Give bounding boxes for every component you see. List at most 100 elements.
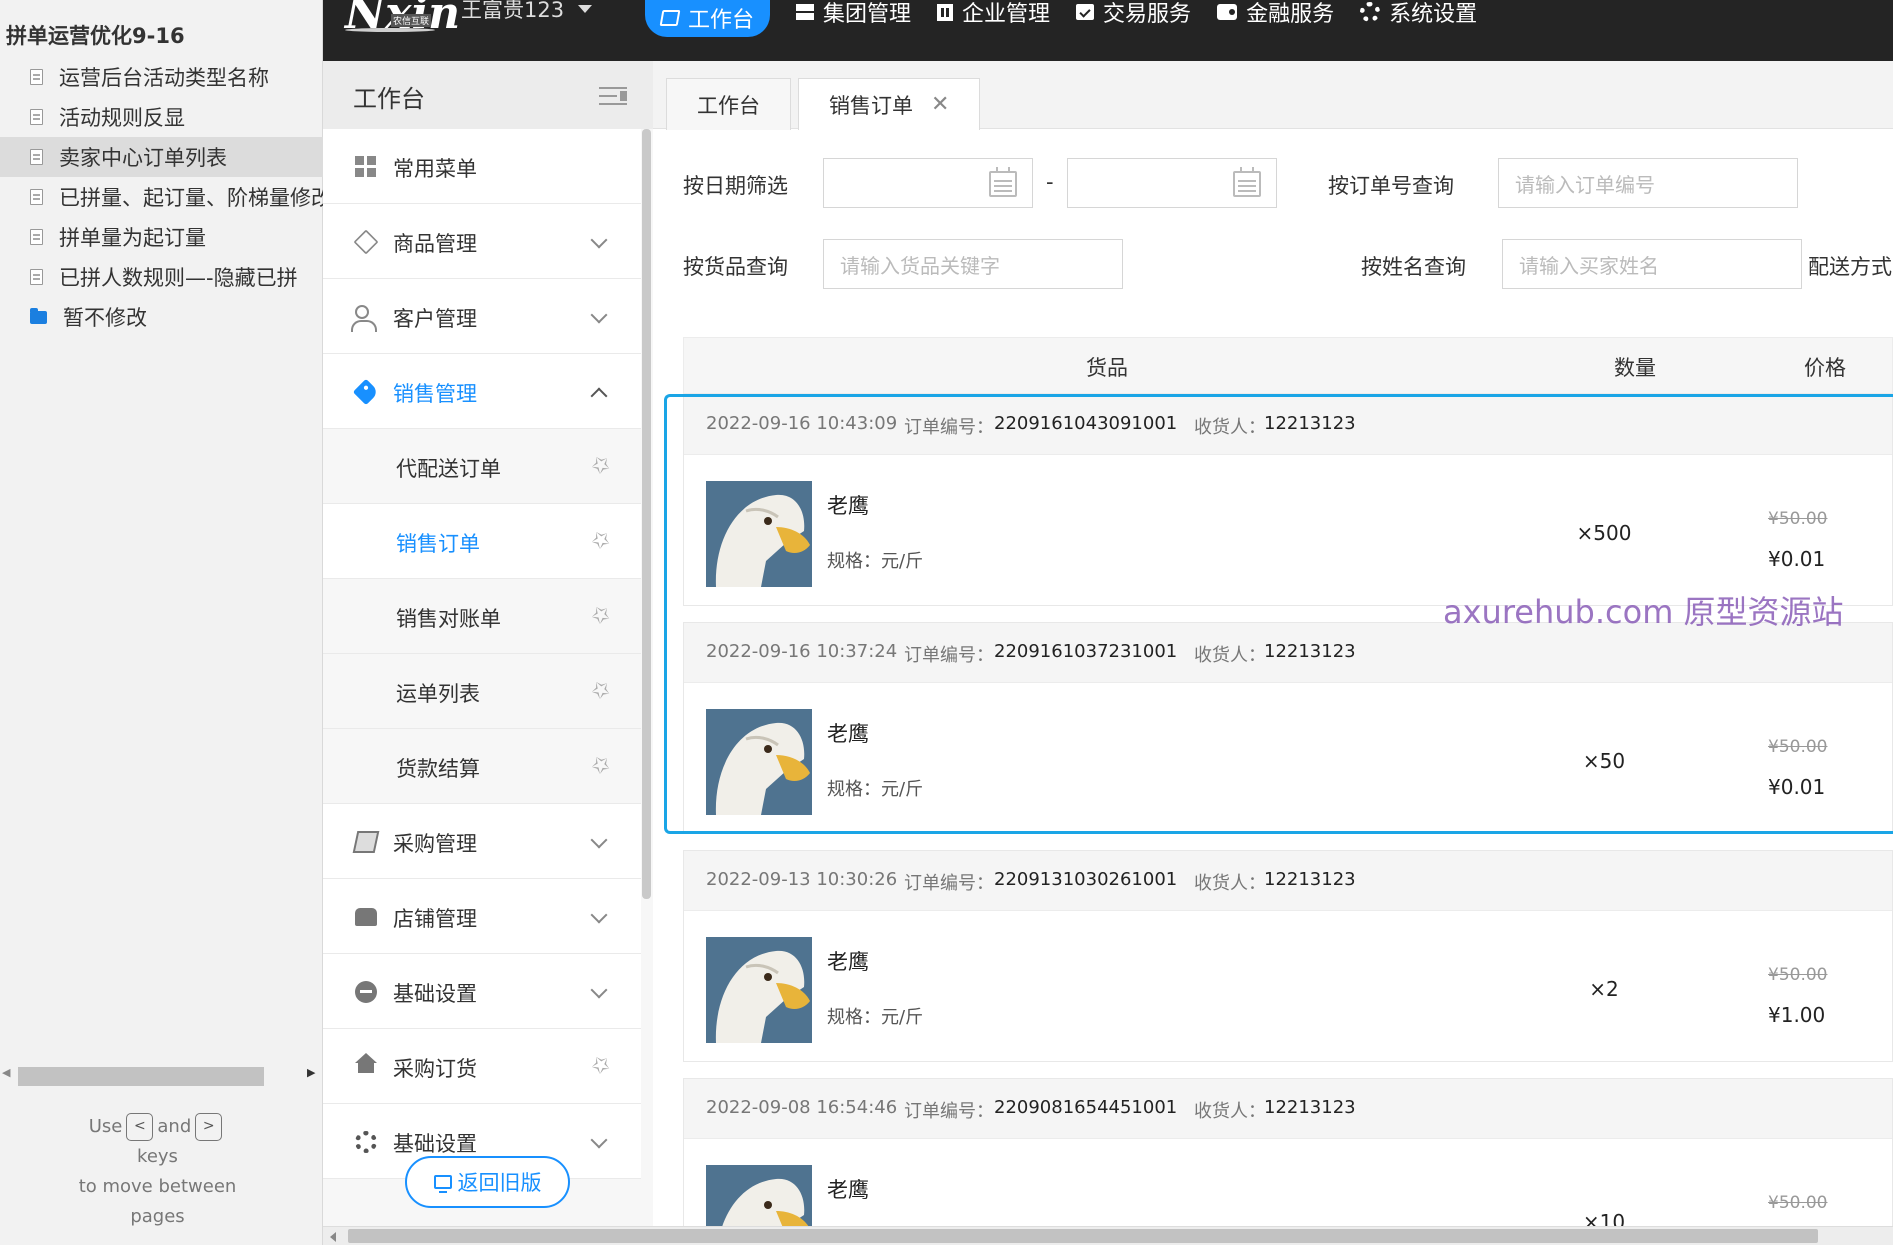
pin-icon[interactable]: ✩ [587, 675, 615, 706]
menu-payment-settlement[interactable]: 货款结算 ✩ [323, 729, 641, 804]
watermark: axurehub.com 原型资源站 [1443, 593, 1844, 631]
order-time: 2022-09-16 10:37:24 [706, 641, 898, 662]
tab-label: 工作台 [697, 93, 760, 118]
logo-swoosh [345, 28, 435, 32]
page-item[interactable]: 活动规则反显 [0, 97, 323, 137]
menu-common[interactable]: 常用菜单 [323, 129, 641, 204]
menu-label: 采购管理 [393, 832, 477, 856]
nav-group-management[interactable]: 集团管理 [796, 0, 911, 32]
main-content: 工作台 销售订单 ✕ 按日期筛选 - 按订单号查询 请输入订单编号 按货品查询 请… [653, 61, 1893, 1227]
scroll-right-arrow-icon[interactable]: ▶ [307, 1066, 315, 1079]
nav-system-settings[interactable]: 系统设置 [1360, 0, 1477, 32]
product-thumbnail[interactable] [706, 1165, 812, 1227]
nav-trade-service[interactable]: 交易服务 [1076, 0, 1191, 32]
original-price: ¥50.00 [1768, 509, 1828, 529]
collapse-menu-icon[interactable] [599, 87, 627, 105]
nxin-logo[interactable]: Nxin 农信互联 [345, 0, 460, 36]
menu-label: 货款结算 [396, 757, 480, 781]
page-item-label: 已拼量、起订量、阶梯量修改 [59, 186, 323, 210]
tab-workbench[interactable]: 工作台 [666, 78, 791, 130]
chevron-down-icon [590, 306, 608, 324]
menu-goods-management[interactable]: 商品管理 [323, 204, 641, 279]
calendar-icon[interactable] [1233, 167, 1261, 197]
page-item[interactable]: 拼单量为起订量 [0, 217, 323, 257]
menu-basic-settings[interactable]: 基础设置 [323, 954, 641, 1029]
goods-name: 老鹰 [827, 494, 869, 518]
pin-icon[interactable]: ✩ [587, 600, 615, 631]
pin-icon[interactable]: ✩ [587, 750, 615, 781]
chevron-up-icon [590, 387, 608, 405]
page-icon [30, 69, 43, 85]
menu-sales-orders[interactable]: 销售订单 ✩ [323, 504, 641, 579]
page-item[interactable]: 已拼量、起订量、阶梯量修改 [0, 177, 323, 217]
order-card[interactable]: 2022-09-08 16:54:46 订单编号： 22090816544510… [683, 1078, 1893, 1227]
spec-prefix: 规格： [827, 551, 881, 572]
nav-enterprise-management[interactable]: 企业管理 [937, 0, 1050, 32]
product-thumbnail[interactable] [706, 937, 812, 1043]
chevron-down-icon [590, 831, 608, 849]
menu-sales-management[interactable]: 销售管理 [323, 354, 641, 429]
menu-store-management[interactable]: 店铺管理 [323, 879, 641, 954]
nav-label: 工作台 [688, 8, 755, 33]
order-time: 2022-09-16 10:43:09 [706, 413, 898, 434]
nav-finance-service[interactable]: 金融服务 [1217, 0, 1334, 32]
scroll-left-arrow-icon[interactable] [330, 1232, 336, 1242]
pin-icon[interactable]: ✩ [587, 525, 615, 556]
box-icon [353, 229, 379, 255]
order-no-input[interactable]: 请输入订单编号 [1498, 158, 1798, 208]
order-card[interactable]: 2022-09-16 10:37:24 订单编号： 22091610372310… [683, 622, 1893, 834]
menu-customer-management[interactable]: 客户管理 [323, 279, 641, 354]
spec-prefix: 规格： [827, 779, 881, 800]
order-card[interactable]: 2022-09-13 10:30:26 订单编号： 22091310302610… [683, 850, 1893, 1062]
user-menu[interactable]: 王富贵123 [461, 0, 593, 24]
page-item[interactable]: 已拼人数规则—-隐藏已拼 [0, 257, 323, 297]
hint-keys: keys [137, 1146, 178, 1167]
order-number: 2209081654451001 [994, 1097, 1178, 1118]
menu-label: 销售订单 [396, 532, 480, 556]
buyer-name-input[interactable]: 请输入买家姓名 [1502, 239, 1802, 289]
menu-waybill-list[interactable]: 运单列表 ✩ [323, 654, 641, 729]
order-card[interactable]: 2022-09-16 10:43:09 订单编号： 22091610430910… [683, 394, 1893, 606]
menu-label: 商品管理 [393, 232, 477, 256]
pin-icon[interactable]: ✩ [587, 1050, 615, 1081]
horizontal-scrollbar-thumb[interactable] [348, 1229, 1818, 1243]
stack-icon [659, 10, 681, 26]
page-item[interactable]: 运营后台活动类型名称 [0, 57, 323, 97]
order-header: 2022-09-16 10:43:09 订单编号： 22091610430910… [684, 395, 1892, 455]
horizontal-scrollbar[interactable] [323, 1226, 1893, 1245]
calendar-icon[interactable] [989, 167, 1017, 197]
pages-scrollbar-thumb[interactable] [18, 1067, 264, 1086]
start-date-input[interactable] [823, 158, 1033, 208]
nav-workbench[interactable]: 工作台 [645, 0, 771, 37]
side-menu-scrollbar[interactable] [642, 129, 651, 899]
pin-icon[interactable]: ✩ [587, 450, 615, 481]
goods-keyword-input[interactable]: 请输入货品关键字 [823, 239, 1123, 289]
goods-spec: 规格：元/斤 [827, 1003, 923, 1029]
receiver-name: 12213123 [1264, 641, 1356, 662]
pages-panel-title: 拼单运营优化9-16 [6, 24, 185, 48]
menu-purchase-ordering[interactable]: 采购订货 ✩ [323, 1029, 641, 1104]
product-thumbnail[interactable] [706, 709, 812, 815]
sale-price: ¥0.01 [1768, 775, 1826, 799]
menu-sales-statement[interactable]: 销售对账单 ✩ [323, 579, 641, 654]
page-item-selected[interactable]: 卖家中心订单列表 [0, 137, 323, 177]
wallet-icon [1217, 4, 1238, 20]
order-number: 2209161037231001 [994, 641, 1178, 662]
menu-purchase-management[interactable]: 采购管理 [323, 804, 641, 879]
hint-line3: pages [130, 1206, 185, 1227]
nav-label: 企业管理 [962, 2, 1051, 27]
caret-down-icon [578, 5, 593, 13]
close-icon[interactable]: ✕ [931, 92, 949, 117]
end-date-input[interactable] [1067, 158, 1277, 208]
spec-value: 元/斤 [881, 551, 924, 572]
folder-item[interactable]: 暂不修改 [0, 297, 323, 337]
order-header: 2022-09-13 10:30:26 订单编号： 22091310302610… [684, 851, 1892, 911]
back-to-old-version-button[interactable]: 返回旧版 [405, 1156, 570, 1208]
menu-pending-delivery-orders[interactable]: 代配送订单 ✩ [323, 429, 641, 504]
product-thumbnail[interactable] [706, 481, 812, 587]
order-time: 2022-09-08 16:54:46 [706, 1097, 898, 1118]
nav-label: 集团管理 [823, 2, 912, 27]
tab-sales-orders[interactable]: 销售订单 ✕ [798, 78, 981, 130]
scroll-left-arrow-icon[interactable]: ◀ [2, 1066, 10, 1079]
spec-prefix: 规格： [827, 1007, 881, 1028]
